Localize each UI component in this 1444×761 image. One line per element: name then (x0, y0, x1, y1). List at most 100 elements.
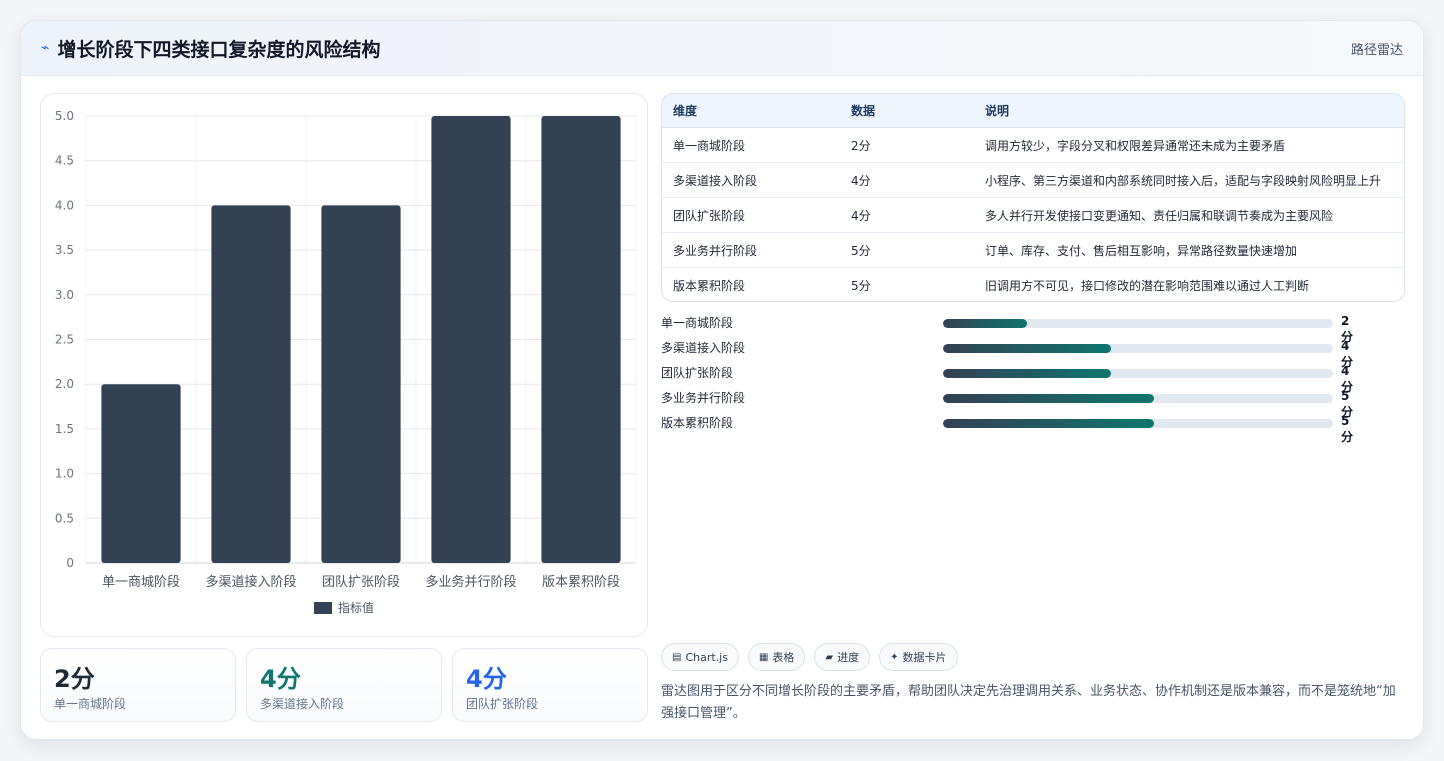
legend-swatch (314, 602, 332, 614)
table-row: 多业务并行阶段 5分 订单、库存、支付、售后相互影响，异常路径数量快速增加 (662, 232, 1404, 268)
table-header-cell: 说明 (974, 94, 1404, 128)
progress-fill (943, 394, 1154, 403)
table-cell: 小程序、第三方渠道和内部系统同时接入后，适配与字段映射风险明显上升 (974, 162, 1404, 198)
progress-label: 团队扩张阶段 (661, 366, 734, 380)
page-title: 增长阶段下四类接口复杂度的风险结构 (57, 38, 381, 61)
progress-track (943, 344, 1333, 353)
x-tick-label: 单一商城阶段 (102, 575, 180, 590)
progress-label: 版本累积阶段 (661, 416, 734, 430)
table-cell: 4分 (840, 197, 974, 233)
table-row: 多渠道接入阶段 4分 小程序、第三方渠道和内部系统同时接入后，适配与字段映射风险… (662, 162, 1404, 198)
stat-value: 4分 (466, 665, 507, 693)
bar (211, 205, 291, 563)
table-cell: 4分 (840, 162, 974, 198)
progress-row: 多业务并行阶段 5分 (661, 386, 1361, 419)
stat-card-1: 4分 多渠道接入阶段 (246, 648, 442, 722)
y-tick-label: 0.5 (55, 511, 74, 525)
bar (431, 116, 511, 563)
x-tick-label: 多渠道接入阶段 (205, 574, 296, 590)
progress-row: 多渠道接入阶段 4分 (661, 336, 1361, 369)
progress-row: 团队扩张阶段 4分 (661, 361, 1361, 394)
progress-track (943, 319, 1333, 328)
table-row: 团队扩张阶段 4分 多人并行开发使接口变更通知、责任归属和联调节奏成为主要风险 (662, 197, 1404, 233)
table-cell: 多业务并行阶段 (662, 232, 840, 268)
legend-label: 指标值 (338, 600, 374, 615)
data-table: 维度 数据 说明 单一商城阶段 2分 调用方较少，字段分叉和权限差异通常还未成为… (661, 93, 1405, 302)
y-tick-label: 0 (66, 556, 74, 570)
progress-fill (943, 369, 1112, 378)
y-tick-label: 1.0 (55, 467, 74, 481)
progress-track (943, 419, 1333, 428)
report-card: ⌁ 增长阶段下四类接口复杂度的风险结构 路径雷达 0 0.5 1.0 1.5 2.0 2.… (20, 20, 1424, 740)
chip-table[interactable]: ▦ 表格 (747, 643, 806, 671)
table: 维度 数据 说明 单一商城阶段 2分 调用方较少，字段分叉和权限差异通常还未成为… (662, 94, 1404, 302)
table-cell: 2分 (840, 127, 974, 163)
table-icon: ▦ (758, 651, 769, 663)
table-header-row: 维度 数据 说明 (662, 94, 1404, 128)
table-cell: 旧调用方不可见，接口修改的潜在影响范围难以通过人工判断 (985, 278, 1310, 293)
table-cell: 5分 (851, 278, 871, 293)
chart-icon: ▤ (672, 651, 682, 663)
progress-fill (943, 344, 1112, 353)
progress-fill (943, 419, 1154, 428)
progress-row: 版本累积阶段 5分 (661, 411, 1361, 444)
stat-label: 单一商城阶段 (54, 697, 127, 711)
stat-value: 2分 (54, 665, 95, 693)
progress-track (943, 369, 1333, 378)
stat-label: 团队扩张阶段 (466, 697, 539, 711)
stat-label: 多渠道接入阶段 (260, 697, 345, 711)
chip-label: 进度 (837, 651, 860, 664)
table-row: 版本累积阶段 5分 旧调用方不可见，接口修改的潜在影响范围难以通过人工判断 (662, 268, 1404, 302)
table-header-cell: 维度 (662, 94, 840, 128)
progress-fill (943, 319, 1028, 328)
progress-value: 5分 (1341, 414, 1354, 444)
x-tick-label: 团队扩张阶段 (322, 575, 400, 590)
y-tick-label: 4.5 (55, 154, 74, 168)
stat-card-2: 4分 团队扩张阶段 (452, 648, 648, 722)
table-row: 单一商城阶段 2分 调用方较少，字段分叉和权限差异通常还未成为主要矛盾 (662, 127, 1404, 163)
feature-chips: ▤ Chart.js ▦ 表格 ▰ 进度 ✦ 数据卡片 (661, 643, 958, 671)
y-tick-label: 1.5 (55, 422, 74, 436)
y-tick-label: 2.0 (55, 377, 74, 391)
table-cell: 调用方较少，字段分叉和权限差异通常还未成为主要矛盾 (974, 127, 1404, 163)
stat-value: 4分 (260, 665, 301, 693)
y-tick-label: 2.5 (55, 333, 74, 347)
progress-list: 单一商城阶段 2分 多渠道接入阶段 4分 团队扩张阶段 4分 多业务并行阶段 5… (661, 311, 1361, 444)
table-cell: 订单、库存、支付、售后相互影响，异常路径数量快速增加 (974, 232, 1404, 268)
chip-chartjs[interactable]: ▤ Chart.js (661, 643, 739, 671)
bar (541, 116, 621, 563)
progress-label: 单一商城阶段 (661, 316, 734, 330)
pulse-icon: ⌁ (41, 40, 50, 56)
progress-track (943, 394, 1333, 403)
bar (101, 384, 181, 563)
chip-label: 表格 (772, 651, 795, 664)
progress-label: 多渠道接入阶段 (661, 341, 746, 355)
chip-progress[interactable]: ▰ 进度 (814, 643, 871, 671)
table-cell: 多渠道接入阶段 (662, 162, 840, 198)
bar-chart-panel: 0 0.5 1.0 1.5 2.0 2.5 3.0 3.5 4.0 4.5 5.0 单一商城阶段 多渠道… (40, 93, 648, 637)
chip-label: Chart.js (685, 650, 728, 664)
table-cell: 多人并行开发使接口变更通知、责任归属和联调节奏成为主要风险 (974, 197, 1404, 233)
y-tick-label: 5.0 (55, 109, 74, 123)
description-note: 雷达图用于区分不同增长阶段的主要矛盾，帮助团队决定先治理调用关系、业务状态、协作… (661, 684, 1396, 721)
progress-icon: ▰ (825, 651, 834, 663)
bar-chart: 0 0.5 1.0 1.5 2.0 2.5 3.0 3.5 4.0 4.5 5.0 单一商城阶段 多渠道… (55, 109, 637, 615)
title-wrap: ⌁ 增长阶段下四类接口复杂度的风险结构 (41, 35, 380, 62)
x-tick-label: 多业务并行阶段 (425, 574, 516, 590)
progress-label: 多业务并行阶段 (661, 391, 746, 405)
table-cell: 版本累积阶段 (673, 278, 746, 293)
bar (321, 205, 401, 563)
table-cell: 5分 (840, 232, 974, 268)
table-header-cell: 数据 (840, 94, 974, 128)
chip-label: 数据卡片 (902, 651, 947, 664)
y-tick-label: 3.5 (55, 243, 74, 257)
header-tag: 路径雷达 (1350, 42, 1403, 58)
chip-data-card[interactable]: ✦ 数据卡片 (879, 643, 958, 671)
table-cell: 团队扩张阶段 (662, 197, 840, 233)
card-header: ⌁ 增长阶段下四类接口复杂度的风险结构 路径雷达 (21, 21, 1423, 76)
y-tick-label: 3.0 (55, 288, 74, 302)
x-tick-label: 版本累积阶段 (542, 575, 620, 590)
table-cell: 单一商城阶段 (662, 127, 840, 163)
sparkle-icon: ✦ (890, 651, 899, 663)
y-tick-label: 4.0 (55, 198, 74, 212)
